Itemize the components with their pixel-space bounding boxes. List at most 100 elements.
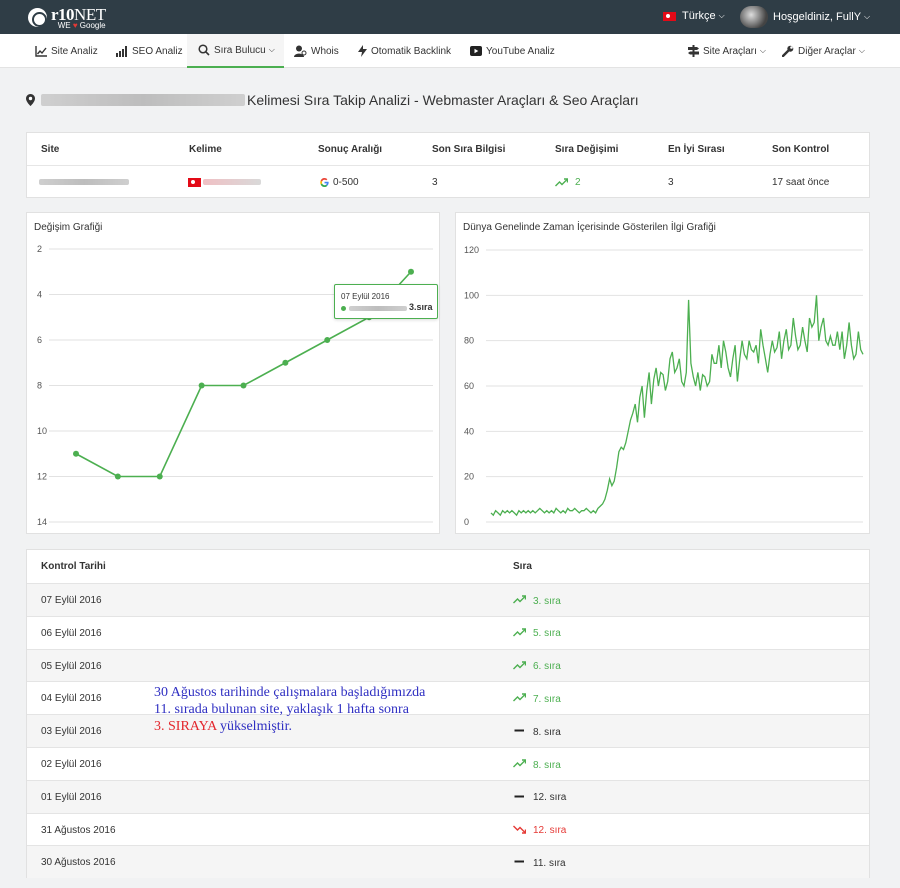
language-label: Türkçe (682, 10, 716, 22)
youtube-icon (470, 46, 482, 56)
annotation-line-1: 30 Ağustos tarihinde çalışmalara başladı… (154, 685, 426, 700)
table-row: 05 Eylül 2016 6. sıra (27, 648, 869, 682)
chevron-down-icon: ⌵ (718, 11, 725, 20)
annotation-text: 30 Ağustos tarihinde çalışmalara başladı… (154, 684, 425, 735)
nav-item-seo-analiz[interactable]: SEO Analiz (116, 34, 183, 68)
trending-up-icon (513, 693, 527, 705)
last-rank-value: 3 (432, 177, 438, 188)
y-tick-label: 2 (37, 244, 42, 254)
y-tick-label: 40 (464, 426, 474, 436)
nav-item-sira-bulucu[interactable]: Sıra Bulucu ⌵ (187, 34, 284, 68)
signpost-icon (688, 45, 699, 57)
no-change-icon (513, 726, 527, 738)
y-tick-label: 4 (37, 290, 42, 300)
redacted-keyword (41, 94, 245, 106)
column-header-son-kontrol: Son Kontrol (772, 144, 830, 155)
page-title-text: Kelimesi Sıra Takip Analizi - Webmaster … (247, 92, 639, 108)
best-rank-value: 3 (668, 177, 674, 188)
nav-item-label: Site Araçları (703, 45, 757, 57)
y-tick-label: 20 (464, 472, 474, 482)
row-date: 03 Eylül 2016 (41, 726, 102, 738)
y-tick-label: 6 (37, 335, 42, 345)
row-rank-value: 5. sıra (533, 628, 561, 640)
trending-up-icon (555, 178, 568, 187)
row-date: 01 Eylül 2016 (41, 791, 102, 803)
annotation-line-3: yükselmiştir. (216, 719, 292, 734)
row-rank: 6. sıra (513, 660, 561, 673)
nav-item-site-analiz[interactable]: Site Analiz (35, 34, 98, 68)
chart-line-icon (35, 45, 47, 57)
column-header-son-sira: Son Sıra Bilgisi (432, 144, 506, 155)
chart-tooltip: 07 Eylül 2016 3.sıra (334, 284, 438, 319)
data-point (408, 268, 414, 275)
row-date: 31 Ağustos 2016 (41, 824, 116, 836)
y-tick-label: 8 (37, 381, 42, 391)
data-point (324, 337, 331, 343)
nav-item-diger-araclar[interactable]: Diğer Araçlar ⌵ (782, 34, 865, 68)
nav-item-label: Otomatik Backlink (371, 45, 452, 57)
map-pin-icon (26, 94, 35, 106)
trending-up-icon (513, 595, 527, 607)
annotation-highlight: 3. SIRAYA (154, 719, 217, 734)
table-row: 31 Ağustos 2016 12. sıra (27, 812, 869, 846)
row-rank: 5. sıra (513, 628, 561, 640)
nav-item-youtube-analiz[interactable]: YouTube Analiz (470, 34, 555, 68)
row-rank-value: 7. sıra (533, 693, 561, 705)
nav-item-label: Diğer Araçlar (798, 45, 856, 57)
data-point (114, 473, 121, 480)
trending-up-icon (513, 660, 527, 673)
row-rank: 7. sıra (513, 693, 561, 705)
series-line (490, 295, 864, 517)
result-range-value: 0-500 (333, 177, 359, 188)
user-menu[interactable]: Hoşgeldiniz, FullY ⌵ (740, 6, 870, 28)
site-logo[interactable]: r10NET WE ♥ Google (28, 4, 106, 31)
row-date: 30 Ağustos 2016 (41, 857, 116, 869)
row-rank-value: 12. sıra (533, 825, 567, 837)
nav-item-otomatik-backlink[interactable]: Otomatik Backlink (358, 34, 451, 68)
no-change-icon (513, 792, 527, 804)
row-rank-value: 8. sıra (533, 726, 561, 738)
column-header-kelime: Kelime (189, 144, 222, 155)
y-tick-label: 100 (464, 290, 479, 300)
wrench-icon (782, 45, 794, 57)
table-row: 30 Ağustos 2016 11. sıra (27, 845, 869, 879)
nav-item-whois[interactable]: Whois (294, 34, 339, 68)
rank-change-chart-svg: 2 4 6 8 10 12 14 (37, 244, 433, 527)
logo-google-text: Google (79, 20, 106, 30)
trending-down-icon (513, 825, 527, 837)
row-date: 02 Eylül 2016 (41, 759, 102, 770)
y-tick-label: 0 (464, 517, 469, 527)
bar-chart-icon (116, 45, 127, 57)
trending-up-icon (513, 628, 527, 640)
rank-change-chart: Değişim Grafiği 2 4 6 8 10 12 14 07 Eylül 2016… (26, 212, 440, 534)
heart-icon: ♥ (72, 20, 78, 30)
interest-over-time-chart: Dünya Genelinde Zaman İçerisinde Gösteri… (455, 212, 870, 534)
language-selector[interactable]: Türkçe ⌵ (663, 10, 725, 22)
redacted-keyword (203, 179, 261, 185)
last-check-value: 17 saat önce (772, 177, 830, 188)
turkey-flag-icon (188, 178, 201, 187)
row-rank: 11. sıra (513, 857, 566, 869)
chevron-down-icon: ⌵ (268, 45, 275, 54)
tooltip-value: 3.sıra (409, 302, 433, 312)
search-icon (198, 44, 210, 56)
data-point (282, 359, 289, 366)
row-date: 07 Eylül 2016 (41, 595, 102, 606)
row-date: 06 Eylül 2016 (41, 627, 102, 639)
interest-chart-svg: 0 20 40 60 80 100 120 (464, 245, 864, 527)
no-change-icon (513, 857, 527, 869)
nav-item-site-araclari[interactable]: Site Araçları ⌵ (688, 34, 766, 68)
main-nav: Site Analiz SEO Analiz Sıra Bulucu ⌵ Who… (0, 34, 900, 68)
rank-change: 2 (555, 177, 581, 188)
column-header-sonuc-araligi: Sonuç Aralığı (318, 144, 383, 155)
column-header-sira: Sıra (513, 561, 532, 572)
y-tick-label: 80 (464, 336, 474, 346)
keyword-summary-table: Site Kelime Sonuç Aralığı Son Sıra Bilgi… (26, 132, 870, 198)
google-icon (320, 178, 329, 187)
data-point (156, 473, 163, 480)
redacted-site (349, 306, 407, 311)
y-tick-label: 14 (37, 517, 47, 527)
user-greeting: Hoşgeldiniz, FullY (773, 11, 862, 23)
data-point (240, 382, 247, 389)
row-rank-value: 11. sıra (533, 857, 566, 869)
